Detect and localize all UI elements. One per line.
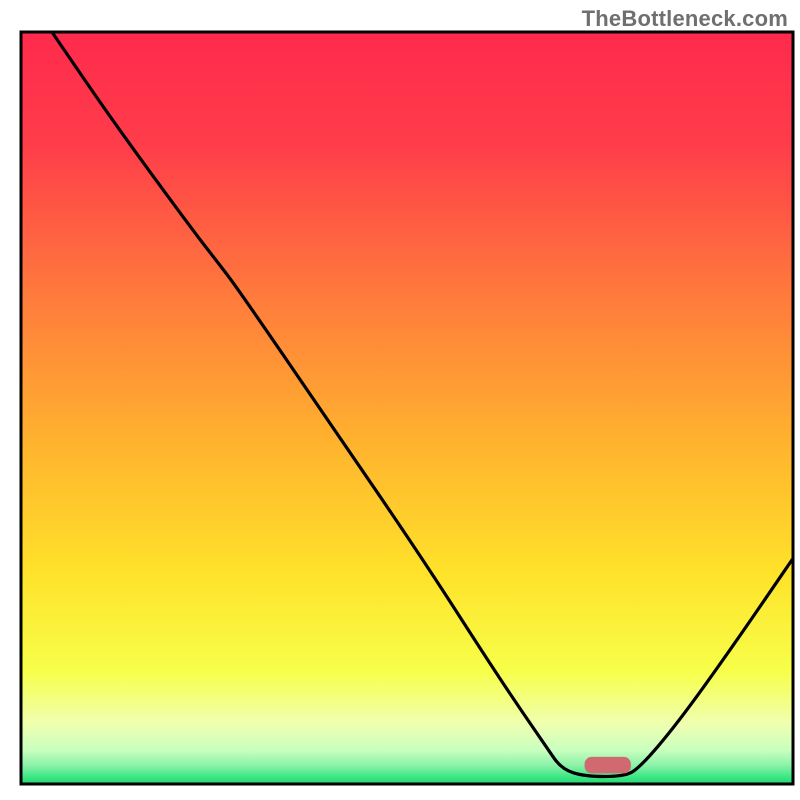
chart-container: TheBottleneck.com [0, 0, 800, 800]
gradient-background [21, 32, 793, 784]
optimal-marker [585, 757, 631, 774]
watermark-label: TheBottleneck.com [582, 6, 788, 32]
bottleneck-chart [0, 0, 800, 800]
